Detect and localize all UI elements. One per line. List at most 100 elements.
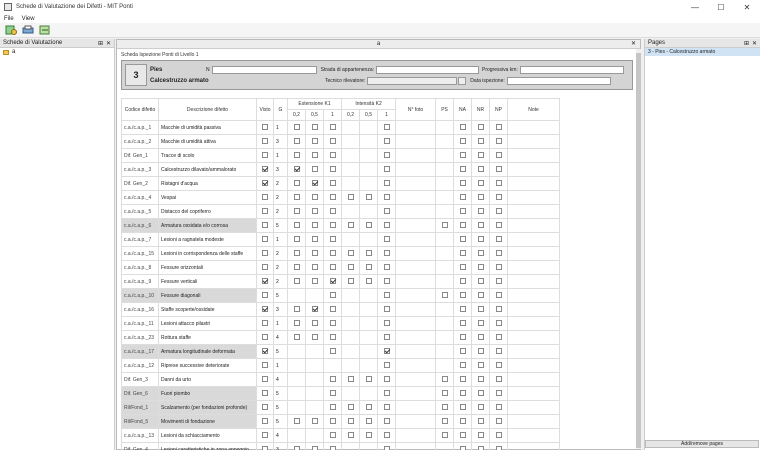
pin-icon[interactable]: ⊞ xyxy=(744,40,749,47)
k1-checkbox[interactable] xyxy=(329,208,336,215)
visto-checkbox[interactable] xyxy=(262,362,268,369)
k1-checkbox[interactable] xyxy=(329,446,336,450)
k2-checkbox[interactable] xyxy=(365,278,372,285)
table-row[interactable]: c.a./c.a.p._16 Staffe scoperte/ossidate 3 xyxy=(121,302,561,317)
np-checkbox[interactable] xyxy=(495,334,502,341)
k2-checkbox[interactable] xyxy=(347,264,354,271)
k2-checkbox[interactable] xyxy=(383,390,390,397)
nr-checkbox[interactable] xyxy=(477,138,484,145)
k1-checkbox[interactable] xyxy=(293,264,300,271)
table-row[interactable]: c.a./c.a.p._4 Vespai 2 xyxy=(121,190,561,205)
export-button[interactable] xyxy=(38,25,51,36)
visto-checkbox[interactable] xyxy=(262,180,268,187)
close-button[interactable]: ✕ xyxy=(734,0,760,14)
k2-checkbox[interactable] xyxy=(383,152,390,159)
nr-checkbox[interactable] xyxy=(477,236,484,243)
k1-checkbox[interactable] xyxy=(311,446,318,450)
k2-checkbox[interactable] xyxy=(383,138,390,145)
k1-checkbox[interactable] xyxy=(329,432,336,439)
k1-checkbox[interactable] xyxy=(293,194,300,201)
ps-checkbox[interactable] xyxy=(441,418,448,425)
k1-checkbox[interactable] xyxy=(311,264,318,271)
close-icon[interactable]: ✕ xyxy=(106,40,111,47)
k2-checkbox[interactable] xyxy=(383,362,390,369)
np-checkbox[interactable] xyxy=(495,208,502,215)
k1-checkbox[interactable] xyxy=(311,334,318,341)
visto-checkbox[interactable] xyxy=(262,390,268,397)
table-row[interactable]: Dif. Gen_1 Tracce di scolo 1 xyxy=(121,148,561,163)
table-row[interactable]: c.a./c.a.p._11 Lesioni attacco pilastri 1 xyxy=(121,316,561,331)
k2-checkbox[interactable] xyxy=(383,180,390,187)
k1-checkbox[interactable] xyxy=(311,236,318,243)
document-tab[interactable]: a ✕ xyxy=(117,40,640,49)
k1-checkbox[interactable] xyxy=(329,306,336,313)
visto-checkbox[interactable] xyxy=(262,138,268,145)
nr-checkbox[interactable] xyxy=(477,208,484,215)
table-row[interactable]: c.a./c.a.p._2 Macchie di umidità attiva 3 xyxy=(121,134,561,149)
k1-checkbox[interactable] xyxy=(311,208,318,215)
np-checkbox[interactable] xyxy=(495,446,502,450)
table-row[interactable]: Dif. Gen_3 Danni da urto 4 xyxy=(121,372,561,387)
k2-checkbox[interactable] xyxy=(365,376,372,383)
visto-checkbox[interactable] xyxy=(262,348,268,355)
table-row[interactable]: c.a./c.a.p._6 Armatura ossidata e/o corro… xyxy=(121,218,561,233)
k2-checkbox[interactable] xyxy=(347,222,354,229)
k2-checkbox[interactable] xyxy=(383,278,390,285)
k1-checkbox[interactable] xyxy=(293,138,300,145)
nr-checkbox[interactable] xyxy=(477,194,484,201)
k2-checkbox[interactable] xyxy=(383,194,390,201)
visto-checkbox[interactable] xyxy=(262,222,268,229)
table-row[interactable]: Dif. Gen_6 Fuori piombo 5 xyxy=(121,386,561,401)
nr-checkbox[interactable] xyxy=(477,376,484,383)
na-checkbox[interactable] xyxy=(459,418,466,425)
na-checkbox[interactable] xyxy=(459,138,466,145)
k2-checkbox[interactable] xyxy=(365,264,372,271)
print-button[interactable] xyxy=(21,25,34,36)
nr-checkbox[interactable] xyxy=(477,180,484,187)
visto-checkbox[interactable] xyxy=(262,292,268,299)
k2-checkbox[interactable] xyxy=(383,334,390,341)
scrollbar-thumb[interactable] xyxy=(636,53,641,448)
k1-checkbox[interactable] xyxy=(329,152,336,159)
visto-checkbox[interactable] xyxy=(262,194,268,201)
k2-checkbox[interactable] xyxy=(347,418,354,425)
page-item[interactable]: 3 - Pies - Calcestruzzo armato xyxy=(645,48,760,56)
k1-checkbox[interactable] xyxy=(311,320,318,327)
k1-checkbox[interactable] xyxy=(293,250,300,257)
k1-checkbox[interactable] xyxy=(329,236,336,243)
np-checkbox[interactable] xyxy=(495,404,502,411)
k1-checkbox[interactable] xyxy=(293,222,300,229)
table-row[interactable]: c.a./c.a.p._12 Riprese successive deterio… xyxy=(121,358,561,373)
nr-checkbox[interactable] xyxy=(477,278,484,285)
k2-checkbox[interactable] xyxy=(383,348,390,355)
k2-checkbox[interactable] xyxy=(365,222,372,229)
ps-checkbox[interactable] xyxy=(441,404,448,411)
table-row[interactable]: c.a./c.a.p._10 Fessure diagonali 5 xyxy=(121,288,561,303)
visto-checkbox[interactable] xyxy=(262,152,268,159)
visto-checkbox[interactable] xyxy=(262,124,268,131)
na-checkbox[interactable] xyxy=(459,194,466,201)
k1-checkbox[interactable] xyxy=(293,306,300,313)
k1-checkbox[interactable] xyxy=(329,166,336,173)
k2-checkbox[interactable] xyxy=(347,194,354,201)
k1-checkbox[interactable] xyxy=(293,418,300,425)
nr-checkbox[interactable] xyxy=(477,222,484,229)
ps-checkbox[interactable] xyxy=(441,292,448,299)
nr-checkbox[interactable] xyxy=(477,390,484,397)
nr-checkbox[interactable] xyxy=(477,166,484,173)
visto-checkbox[interactable] xyxy=(262,334,268,341)
k1-checkbox[interactable] xyxy=(311,250,318,257)
k1-checkbox[interactable] xyxy=(329,390,336,397)
k1-checkbox[interactable] xyxy=(311,152,318,159)
visto-checkbox[interactable] xyxy=(262,320,268,327)
nr-checkbox[interactable] xyxy=(477,432,484,439)
table-row[interactable]: c.a./c.a.p._3 Calcestruzzo dilavato/ammal… xyxy=(121,162,561,177)
k2-checkbox[interactable] xyxy=(383,292,390,299)
visto-checkbox[interactable] xyxy=(262,446,268,450)
menu-file[interactable]: File xyxy=(4,16,14,22)
tecnico-browse-button[interactable] xyxy=(458,76,467,85)
visto-checkbox[interactable] xyxy=(262,250,268,257)
nr-checkbox[interactable] xyxy=(477,152,484,159)
na-checkbox[interactable] xyxy=(459,348,466,355)
na-checkbox[interactable] xyxy=(459,250,466,257)
